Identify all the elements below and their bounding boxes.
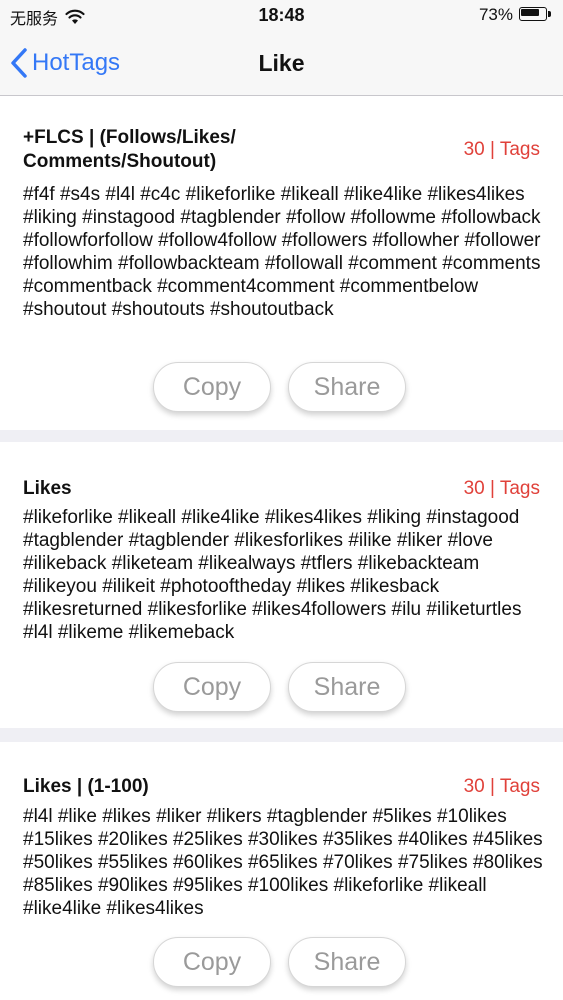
tag-card: Likes 30 | Tags #likeforlike #likeall #l… bbox=[0, 442, 563, 728]
button-row: Copy Share bbox=[153, 937, 406, 987]
tag-list-text: #l4l #like #likes #liker #likers #tagble… bbox=[23, 806, 543, 919]
status-bar: 无服务 18:48 73% bbox=[0, 0, 563, 32]
tag-card: Likes | (1-100) 30 | Tags #l4l #like #li… bbox=[0, 742, 563, 1000]
card-title: +FLCS | (Follows/Likes/ Comments/Shoutou… bbox=[23, 127, 236, 172]
tag-count: 30 | Tags bbox=[463, 478, 540, 499]
button-row: Copy Share bbox=[153, 662, 406, 712]
tag-list-text: #likeforlike #likeall #like4like #likes4… bbox=[23, 507, 522, 643]
status-right: 73% bbox=[479, 5, 553, 25]
share-button[interactable]: Share bbox=[288, 662, 406, 712]
card-header: +FLCS | (Follows/Likes/ Comments/Shoutou… bbox=[23, 126, 540, 174]
share-button[interactable]: Share bbox=[288, 937, 406, 987]
card-header: Likes 30 | Tags bbox=[23, 477, 540, 501]
battery-nub bbox=[548, 11, 551, 17]
copy-button[interactable]: Copy bbox=[153, 362, 271, 412]
back-label: HotTags bbox=[32, 49, 121, 76]
tag-card: +FLCS | (Follows/Likes/ Comments/Shoutou… bbox=[0, 96, 563, 430]
card-title: Likes | (1-100) bbox=[23, 776, 149, 797]
battery-percent: 73% bbox=[478, 5, 513, 24]
copy-button[interactable]: Copy bbox=[153, 937, 271, 987]
chevron-left-icon bbox=[11, 48, 27, 78]
tag-count: 30 | Tags bbox=[463, 776, 540, 797]
share-button[interactable]: Share bbox=[288, 362, 406, 412]
back-button[interactable]: HotTags bbox=[10, 48, 120, 78]
button-row: Copy Share bbox=[153, 362, 406, 412]
copy-button[interactable]: Copy bbox=[153, 662, 271, 712]
nav-bar: HotTags Like bbox=[0, 32, 563, 96]
tag-count: 30 | Tags bbox=[463, 139, 540, 160]
card-title: Likes bbox=[23, 478, 72, 499]
card-header: Likes | (1-100) 30 | Tags bbox=[23, 775, 540, 799]
battery-fill bbox=[521, 9, 539, 16]
battery-icon bbox=[519, 7, 553, 23]
tag-list-text: #f4f #s4s #l4l #c4c #likeforlike #likeal… bbox=[23, 184, 541, 320]
